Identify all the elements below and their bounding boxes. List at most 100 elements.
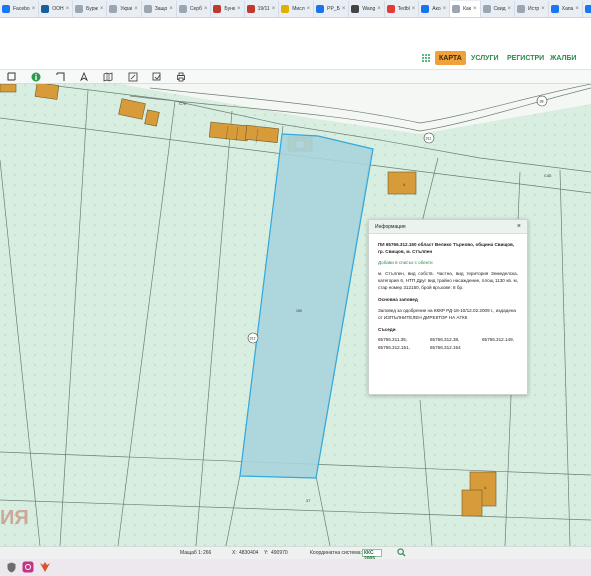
browser-tab[interactable]: Мисл × <box>279 0 315 17</box>
tab-label: ООН <box>52 5 64 12</box>
crop-tool-icon[interactable] <box>152 72 162 82</box>
tab-label: Facebo <box>13 5 30 12</box>
crs-label: Координатна система: <box>310 550 362 556</box>
tab-close-icon[interactable]: × <box>134 6 138 12</box>
tab-close-icon[interactable]: × <box>204 6 208 12</box>
tab-close-icon[interactable]: × <box>377 6 381 12</box>
select-tool-icon[interactable] <box>7 72 17 82</box>
tab-close-icon[interactable]: × <box>272 6 276 12</box>
tab-label: Ако <box>432 5 441 12</box>
map-toolbar <box>0 70 591 84</box>
tab-label: 19/11 <box>257 5 270 12</box>
neighbor-link[interactable]: 65766.311.35, <box>378 337 430 343</box>
nav-complaints[interactable]: ЖАЛБИ <box>550 51 576 65</box>
nav-map[interactable]: КАРТА <box>435 51 466 65</box>
tab-close-icon[interactable]: × <box>412 6 416 12</box>
neighbor-link[interactable]: 65766.312.149, <box>482 337 528 343</box>
road-label-top: С70 <box>179 101 187 106</box>
tab-favicon-icon <box>316 4 325 13</box>
tab-favicon-icon <box>41 4 50 13</box>
tab-label: Бунк <box>224 5 236 12</box>
search-icon[interactable] <box>397 548 406 559</box>
tab-favicon-icon <box>351 4 360 13</box>
tab-close-icon[interactable]: × <box>443 6 447 12</box>
tab-favicon-icon <box>178 4 187 13</box>
browser-tab[interactable]: РР_Б × <box>314 0 350 17</box>
tab-close-icon[interactable]: × <box>575 6 579 12</box>
tab-close-icon[interactable]: × <box>508 6 512 12</box>
pan-tool-icon[interactable] <box>79 72 89 82</box>
tab-close-icon[interactable]: × <box>237 6 241 12</box>
tab-label: Как <box>463 5 472 12</box>
app-window: Facebo × ООН × Бурж × Украі × Защо × Серб × Бунк × 19/… <box>0 0 591 576</box>
road-label-right: С45 <box>544 173 552 178</box>
info-tool-icon[interactable] <box>31 72 41 82</box>
browser-tab[interactable]: Wang × <box>349 0 385 17</box>
browser-tab[interactable]: Бунк × <box>211 0 245 17</box>
browser-tab[interactable]: Свид × <box>481 0 516 17</box>
tab-label: Wang <box>362 5 376 12</box>
tab-close-icon[interactable]: × <box>342 6 346 12</box>
road-badge-311-label: 311 <box>426 137 432 141</box>
shield-icon[interactable] <box>5 561 17 573</box>
tab-favicon-icon <box>482 4 491 13</box>
app-icon[interactable] <box>22 561 34 573</box>
browser-tab[interactable]: Ако × <box>419 0 451 17</box>
measure-tool-icon[interactable] <box>56 72 66 82</box>
edit-tool-icon[interactable] <box>128 72 138 82</box>
nav-services[interactable]: УСЛУГИ <box>471 51 499 65</box>
map-status-bar: Мащаб 1: 266 X: 4830404 Y: 490970 Коорди… <box>0 546 591 562</box>
tab-close-icon[interactable]: × <box>473 6 477 12</box>
browser-tab[interactable]: Как × <box>450 0 481 17</box>
tab-close-icon[interactable]: × <box>541 6 545 12</box>
browser-tab[interactable]: Хапа × <box>549 0 583 17</box>
site-header: КАРТА УСЛУГИ РЕГИСТРИ ЖАЛБИ <box>0 18 591 70</box>
neighbor-link[interactable]: 65766.312.38, <box>430 337 482 343</box>
tab-close-icon[interactable]: × <box>66 6 70 12</box>
tab-label: Украі <box>120 5 133 12</box>
tab-close-icon[interactable]: × <box>169 6 173 12</box>
map-label-37: 37 <box>306 498 311 503</box>
browser-tab[interactable]: Facebo × <box>0 0 40 17</box>
nav-registers[interactable]: РЕГИСТРИ <box>507 51 544 65</box>
parcel-description: м. Стълпен, вид собств. Частна, вид тери… <box>378 271 518 290</box>
map-layers-icon[interactable] <box>103 72 113 82</box>
tab-favicon-icon <box>281 4 290 13</box>
browser-tab[interactable]: Истр × <box>515 0 549 17</box>
tab-favicon-icon <box>550 4 559 13</box>
neighbor-link[interactable]: 65766.312.154 <box>430 345 528 351</box>
browser-tab[interactable]: Бурж × <box>73 0 108 17</box>
neighbor-link[interactable]: 65766.312.151, <box>378 345 430 351</box>
tab-label: Серб <box>189 5 202 12</box>
tab-label: Мисл <box>292 5 305 12</box>
tab-label: Tedbl <box>397 5 410 12</box>
emblem-icon[interactable] <box>39 561 51 573</box>
print-icon[interactable] <box>176 72 186 82</box>
browser-tab[interactable]: ООН × <box>39 0 74 17</box>
popup-header: Информация × <box>369 220 527 234</box>
section-order-title: Основна заповед <box>378 297 418 302</box>
browser-tab[interactable]: Ирл× <box>583 1 591 17</box>
tab-close-icon[interactable]: × <box>307 6 311 12</box>
order-text: Заповед за одобрение на КККР РД-18-10/12… <box>378 308 516 320</box>
popup-body: ПИ 65766.312.150 област Велико Търново, … <box>369 234 527 355</box>
browser-tab[interactable]: Tedbl × <box>385 0 420 17</box>
tab-close-icon[interactable]: × <box>32 6 36 12</box>
parcel-badge-312-label: 312 <box>250 337 256 341</box>
tab-close-icon[interactable]: × <box>100 6 104 12</box>
popup-header-title: Информация <box>375 223 406 230</box>
crs-select[interactable]: ККС 2005 <box>362 549 382 562</box>
browser-tab[interactable]: Украі × <box>107 0 142 17</box>
browser-tab[interactable]: Защо × <box>142 0 177 17</box>
tab-favicon-icon <box>421 4 430 13</box>
browser-tab-strip: Facebo × ООН × Бурж × Украі × Защо × Серб × Бунк × 19/… <box>0 0 591 18</box>
tab-favicon-icon <box>109 4 118 13</box>
add-to-list-link[interactable]: Добави в списък с обекти <box>378 260 518 266</box>
y-label: Y: <box>264 550 269 556</box>
browser-tab[interactable]: 19/11 × <box>245 0 280 17</box>
tab-label: Защо <box>154 5 168 12</box>
browser-tab[interactable]: Серб × <box>177 0 212 17</box>
road-badge-38-label: 38 <box>540 100 544 104</box>
close-icon[interactable]: × <box>517 223 521 230</box>
apps-grid-icon[interactable] <box>422 54 431 63</box>
